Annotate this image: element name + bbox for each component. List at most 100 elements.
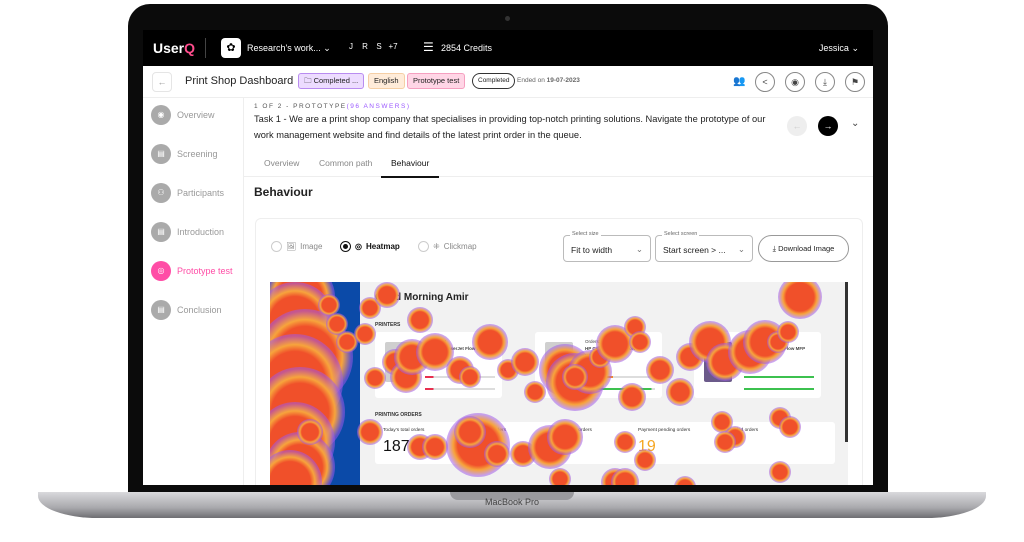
- download-icon: ⤓: [772, 244, 776, 253]
- device-label: MacBook Pro: [484, 497, 540, 507]
- heatmap-hotspot: [673, 475, 697, 485]
- participants-icon: ⚇: [151, 183, 171, 203]
- share-button[interactable]: <: [755, 72, 775, 92]
- workspace-selector[interactable]: Research's work... ⌄: [247, 43, 331, 54]
- scrollbar[interactable]: [845, 282, 848, 442]
- ink-bar: [744, 376, 814, 378]
- tab-behaviour[interactable]: Behaviour: [381, 158, 440, 178]
- sidebar-item-introduction[interactable]: ▤ Introduction: [151, 222, 224, 242]
- ended-date: Ended on 19-07-2023: [517, 77, 580, 84]
- paper-bar: [744, 388, 814, 390]
- radio-clickmap[interactable]: ⁜ Clickmap: [418, 241, 477, 252]
- heatmap-hotspot: [645, 355, 675, 385]
- radio-label: Clickmap: [443, 242, 477, 251]
- click-icon: ⁜: [433, 242, 440, 251]
- select-size[interactable]: Select size Fit to width ⌄: [563, 231, 651, 262]
- download-image-button[interactable]: ⤓ Download Image: [758, 235, 849, 262]
- avatar-more[interactable]: +7: [385, 39, 401, 55]
- heatmap-hotspot: [665, 377, 695, 407]
- heatmap-hotspot: [562, 364, 588, 390]
- credits: 2854 Credits: [441, 43, 493, 53]
- printers-label: PRINTERS: [375, 322, 401, 328]
- screening-icon: ▤: [151, 144, 171, 164]
- badge-label: Completed ...: [313, 76, 359, 85]
- heatmap-hotspot: [484, 441, 510, 467]
- heatmap-hotspot: [617, 382, 647, 412]
- page-title: Print Shop Dashboard: [185, 75, 294, 87]
- chevron-down-icon: ⌄: [323, 43, 331, 53]
- answer-count: (96 ANSWERS): [346, 103, 411, 110]
- heatmap-hotspot: [374, 282, 400, 308]
- user-menu[interactable]: Jessica ⌄: [819, 43, 859, 54]
- heatmap-hotspot: [777, 282, 823, 320]
- heatmap-hotspot: [633, 448, 657, 472]
- sidebar-item-label: Screening: [177, 149, 218, 159]
- preview-button[interactable]: ◉: [785, 72, 805, 92]
- sidebar: ◉ Overview ▤ Screening ⚇ Participants ▤ Intr…: [143, 98, 244, 485]
- sidebar-item-participants[interactable]: ⚇ Participants: [151, 183, 224, 203]
- select-screen[interactable]: Select screen Start screen > ... ⌄: [655, 231, 753, 262]
- select-label: Select size: [570, 231, 601, 237]
- sidebar-item-label: Introduction: [177, 227, 225, 237]
- stat-label: Today's total orders: [383, 428, 425, 433]
- radio-label: Heatmap: [365, 242, 400, 251]
- back-button[interactable]: ←: [152, 72, 172, 92]
- sidebar-item-conclusion[interactable]: ▤ Conclusion: [151, 300, 222, 320]
- radio-circle: [340, 241, 351, 252]
- heatmap-hotspot: [357, 419, 383, 445]
- heatmap-hotspot: [547, 419, 583, 455]
- section-title: Behaviour: [254, 185, 313, 199]
- heatmap-hotspot: [548, 467, 572, 485]
- camera: [505, 16, 510, 21]
- participants-icon[interactable]: 👥: [733, 76, 745, 87]
- ended-value: 19-07-2023: [546, 77, 580, 84]
- radio-heatmap[interactable]: ◎ Heatmap: [340, 241, 400, 252]
- stat-value: 187: [383, 438, 410, 455]
- top-bar: UserQ ✿ Research's work... ⌄ J R S +7 ☰ …: [143, 30, 873, 66]
- sidebar-item-prototype-test[interactable]: ◎ Prototype test: [151, 261, 233, 281]
- type-badge: Prototype test: [407, 73, 466, 89]
- logo[interactable]: UserQ: [153, 40, 195, 56]
- heatmap-hotspot: [353, 322, 377, 346]
- radio-image[interactable]: 🖼 Image: [271, 241, 322, 252]
- previous-task-button[interactable]: ←: [787, 116, 807, 136]
- user-name: Jessica: [818, 43, 849, 53]
- heatmap-hotspot: [454, 416, 486, 448]
- next-task-button[interactable]: →: [818, 116, 838, 136]
- sidebar-item-screening[interactable]: ▤ Screening: [151, 144, 218, 164]
- folder-badge[interactable]: 🗀 Completed ...: [298, 73, 365, 89]
- logo-accent: Q: [184, 40, 196, 56]
- report-button[interactable]: ⚑: [845, 72, 865, 92]
- avatar-letter: +7: [388, 42, 398, 51]
- radio-label: Image: [300, 242, 323, 251]
- heatmap-icon: ◎: [355, 242, 362, 251]
- sidebar-item-label: Overview: [177, 110, 215, 120]
- divider: [205, 38, 206, 58]
- chevron-down-icon: ⌄: [737, 244, 745, 254]
- tab-common-path[interactable]: Common path: [319, 158, 372, 168]
- avatar-letter: J: [349, 42, 353, 51]
- page-header: ← Print Shop Dashboard 🗀 Completed ... E…: [143, 66, 873, 98]
- app-screen: UserQ ✿ Research's work... ⌄ J R S +7 ☰ …: [143, 30, 873, 485]
- chevron-down-icon[interactable]: ⌄: [851, 118, 859, 129]
- radio-circle: [418, 241, 429, 252]
- workspace-name: Research's work...: [247, 43, 321, 53]
- heatmap-hotspot: [768, 460, 792, 484]
- task-description: Task 1 - We are a print shop company tha…: [254, 114, 766, 140]
- sidebar-item-label: Participants: [177, 188, 225, 198]
- share-icon: <: [762, 77, 768, 87]
- tab-overview[interactable]: Overview: [264, 158, 299, 168]
- radio-circle: [271, 241, 282, 252]
- sidebar-item-overview[interactable]: ◉ Overview: [151, 105, 215, 125]
- task-position: 1 OF 2 - PROTOTYPE: [254, 103, 347, 110]
- eye-icon: ◉: [791, 77, 799, 87]
- heatmap-view[interactable]: Good Morning Amir PRINTERS Orders: 32HP …: [270, 282, 848, 485]
- avatar-letter: R: [362, 42, 368, 51]
- orders-label: PRINTING ORDERS: [375, 412, 422, 418]
- status-badge: Completed: [472, 73, 516, 89]
- select-label: Select screen: [662, 231, 700, 237]
- download-icon: ⤓: [823, 77, 827, 87]
- chevron-down-icon: ⌄: [635, 244, 643, 254]
- avatar-letter: S: [376, 42, 382, 51]
- download-button[interactable]: ⤓: [815, 72, 835, 92]
